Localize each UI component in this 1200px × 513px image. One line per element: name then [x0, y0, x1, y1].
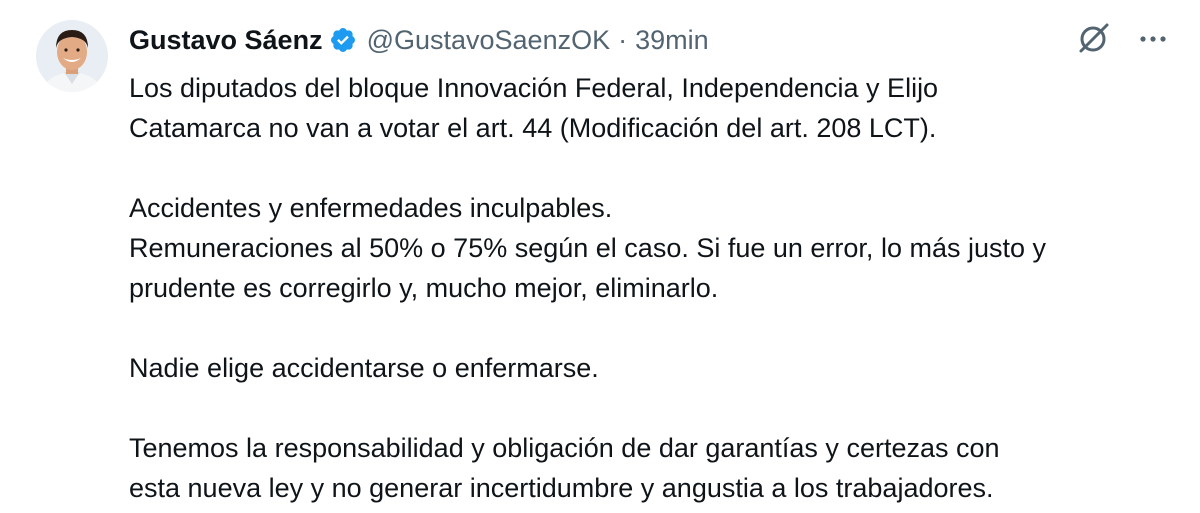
tweet-header: Gustavo Sáenz @GustavoSaenzOK · 39min	[129, 22, 709, 58]
tweet-actions	[1074, 20, 1172, 58]
author-name[interactable]: Gustavo Sáenz	[129, 25, 323, 56]
avatar[interactable]	[36, 20, 108, 92]
tweet-line: Remuneraciones al 50% o 75% según el cas…	[129, 233, 1046, 263]
author-handle[interactable]: @GustavoSaenzOK	[367, 25, 611, 56]
tweet-line: esta nueva ley y no generar incertidumbr…	[129, 473, 994, 503]
tweet-text: Los diputados del bloque Innovación Fede…	[129, 68, 1179, 508]
grok-icon[interactable]	[1074, 20, 1112, 58]
more-options-icon[interactable]	[1134, 20, 1172, 58]
tweet-line: Accidentes y enfermedades inculpables.	[129, 193, 613, 223]
separator-dot: ·	[618, 24, 628, 55]
tweet-card[interactable]: Gustavo Sáenz @GustavoSaenzOK · 39min Lo…	[0, 0, 1200, 513]
tweet-line: Tenemos la responsabilidad y obligación …	[129, 433, 1000, 463]
tweet-line: Los diputados del bloque Innovación Fede…	[129, 73, 939, 103]
timestamp[interactable]: 39min	[635, 25, 709, 56]
avatar-image	[36, 20, 108, 92]
tweet-line: Catamarca no van a votar el art. 44 (Mod…	[129, 113, 937, 143]
verified-badge-icon	[329, 26, 357, 54]
tweet-line: prudente es corregirlo y, mucho mejor, e…	[129, 273, 719, 303]
tweet-line: Nadie elige accidentarse o enfermarse.	[129, 353, 599, 383]
